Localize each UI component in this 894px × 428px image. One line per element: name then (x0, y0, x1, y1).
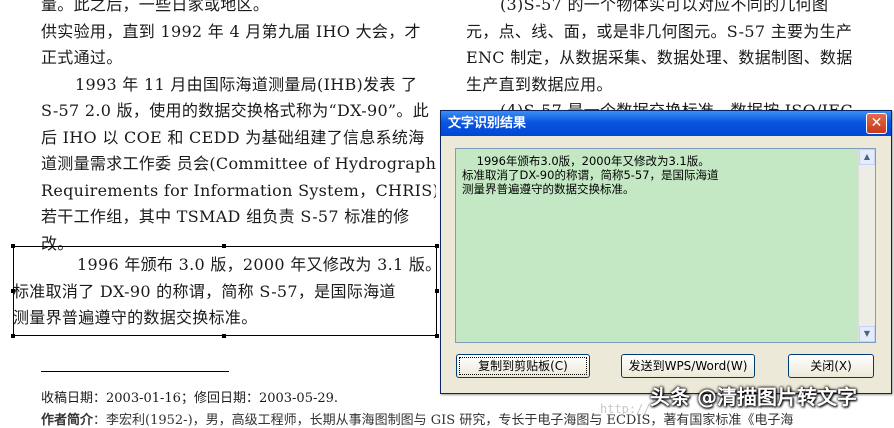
scroll-down-icon[interactable]: ▼ (859, 326, 875, 342)
doc-line: 若干工作组，其中 TSMAD 组负责 S-57 标准的修 (41, 207, 410, 226)
doc-line: 1996 年颁布 3.0 版，2000 年又修改为 3.1 版。 (77, 255, 442, 274)
doc-line: ENC 制定，从数据采集、数据处理、数据制图、数据 (466, 48, 853, 67)
selected-paragraph: 1996 年颁布 3.0 版，2000 年又修改为 3.1 版。 标准取消了 D… (13, 252, 441, 332)
close-button[interactable]: 关闭(X) (788, 354, 874, 378)
doc-line: 后 IHO 以 COE 和 CEDD 为基础组建了信息系统海 (41, 127, 425, 147)
document-left-column: 量。此之后，一些日家或地区。 供实验用，直到 1992 年 4 月第九届 IHO… (41, 0, 436, 257)
copy-to-clipboard-button[interactable]: 复制到剪贴板(C) (456, 354, 590, 378)
brand-watermark: 头条 @清描图片转文字 (650, 385, 857, 409)
author-note: 作者简介：李宏利(1952-)，男，高级工程师，长期从事海图制图与 GIS 研究… (41, 409, 793, 428)
recognized-text-area[interactable]: 1996年颁布3.0版，2000年又修改为3.1版。 标准取消了DX-90的称谓… (455, 148, 876, 343)
close-icon[interactable]: ✕ (866, 113, 887, 134)
doc-line: 生产直到数据应用。 (466, 74, 613, 94)
dialog-titlebar[interactable]: 文字识别结果 ✕ (441, 111, 891, 136)
doc-line: 供实验用，直到 1992 年 4 月第九届 IHO 大会，才 (41, 21, 421, 41)
doc-line: Requirements for Information System，CHRI… (41, 180, 436, 200)
selection-handle[interactable] (222, 334, 226, 338)
ocr-result-dialog: 文字识别结果 ✕ 1996年颁布3.0版，2000年又修改为3.1版。 标准取消… (440, 110, 892, 394)
doc-line: 1993 年 11 月由国际海道测量局(IHB)发表 了 (75, 74, 418, 94)
selection-handle[interactable] (11, 244, 15, 248)
doc-line: 道测量需求工作委 员会(Committee of Hydrographic (41, 154, 436, 173)
doc-line: 测量界普遍遵守的数据交换标准。 (13, 308, 258, 327)
selection-handle[interactable] (435, 334, 439, 338)
recognized-text[interactable]: 1996年颁布3.0版，2000年又修改为3.1版。 标准取消了DX-90的称谓… (462, 154, 847, 196)
doc-line: S-57 2.0 版，使用的数据交换格式称为“DX-90”。此 (41, 101, 430, 120)
selection-handle[interactable] (222, 244, 226, 248)
selection-handle[interactable] (435, 244, 439, 248)
doc-line: (3)S-57 的一个物体实可以对应不同的几何图 (500, 0, 829, 14)
send-to-wps-button[interactable]: 发送到WPS/Word(W) (621, 354, 755, 378)
document-right-column: (3)S-57 的一个物体实可以对应不同的几何图 元，点、线、面，或是非几何图元… (466, 0, 861, 125)
dialog-title: 文字识别结果 (448, 116, 527, 131)
doc-line: 元，点、线、面，或是非几何图元。S-57 主要为生产 (466, 21, 853, 41)
footnote-divider (41, 371, 229, 372)
doc-line: 正式通过。 (41, 48, 123, 67)
scroll-up-icon[interactable]: ▲ (859, 149, 875, 165)
footnote-dates: 收稿日期：2003-01-16；修回日期：2003-05-29. (41, 391, 339, 406)
vertical-scrollbar[interactable]: ▲ ▼ (858, 149, 875, 342)
selection-handle[interactable] (11, 334, 15, 338)
doc-line: 标准取消了 DX-90 的称谓，简称 S-57，是国际海道 (13, 281, 396, 301)
watermark-url: http:// (600, 402, 651, 416)
doc-line: 量。此之后，一些日家或地区。 (41, 0, 270, 14)
